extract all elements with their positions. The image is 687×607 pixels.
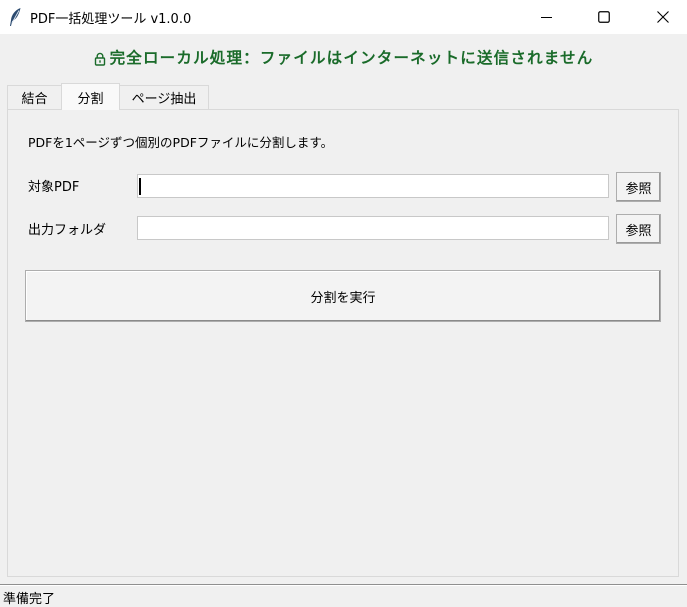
privacy-banner-text: 完全ローカル処理：ファイルはインターネットに送信されません (109, 49, 594, 67)
minimize-button[interactable] (523, 0, 569, 34)
tab-merge-label: 結合 (21, 92, 48, 107)
target-pdf-browse-button[interactable]: 参照 (616, 172, 661, 202)
window-title: PDF一括処理ツール v1.0.0 (30, 12, 192, 27)
target-pdf-input[interactable] (137, 174, 609, 198)
close-icon (657, 11, 669, 23)
app-window: PDF一括処理ツール v1.0.0 完全ローカル処理：ファイルはインターネットに… (0, 0, 687, 607)
close-button[interactable] (640, 0, 686, 34)
feather-icon (8, 7, 22, 27)
target-pdf-label: 対象PDF (28, 180, 80, 195)
privacy-banner: 完全ローカル処理：ファイルはインターネットに送信されません (0, 42, 687, 72)
status-bar: 準備完了 (0, 584, 687, 607)
split-description: PDFを1ページずつ個別のPDFファイルに分割します。 (28, 135, 334, 150)
maximize-icon (598, 11, 610, 23)
minimize-icon (540, 12, 552, 23)
tab-split[interactable]: 分割 (61, 83, 120, 110)
run-split-button[interactable]: 分割を実行 (25, 270, 661, 322)
status-text: 準備完了 (3, 592, 56, 607)
maximize-button[interactable] (581, 0, 627, 34)
output-folder-input[interactable] (137, 216, 609, 240)
tab-split-label: 分割 (77, 91, 104, 107)
lock-icon (94, 52, 106, 66)
tab-page-extract[interactable]: ページ抽出 (119, 85, 209, 109)
tab-page-extract-label: ページ抽出 (131, 92, 197, 107)
split-panel: PDFを1ページずつ個別のPDFファイルに分割します。 対象PDF 参照 出力フ… (7, 109, 679, 577)
title-bar[interactable]: PDF一括処理ツール v1.0.0 (0, 0, 687, 34)
tab-merge[interactable]: 結合 (7, 85, 62, 109)
text-caret (139, 178, 141, 195)
output-folder-label: 出力フォルダ (28, 223, 107, 238)
output-folder-browse-button[interactable]: 参照 (616, 214, 661, 244)
